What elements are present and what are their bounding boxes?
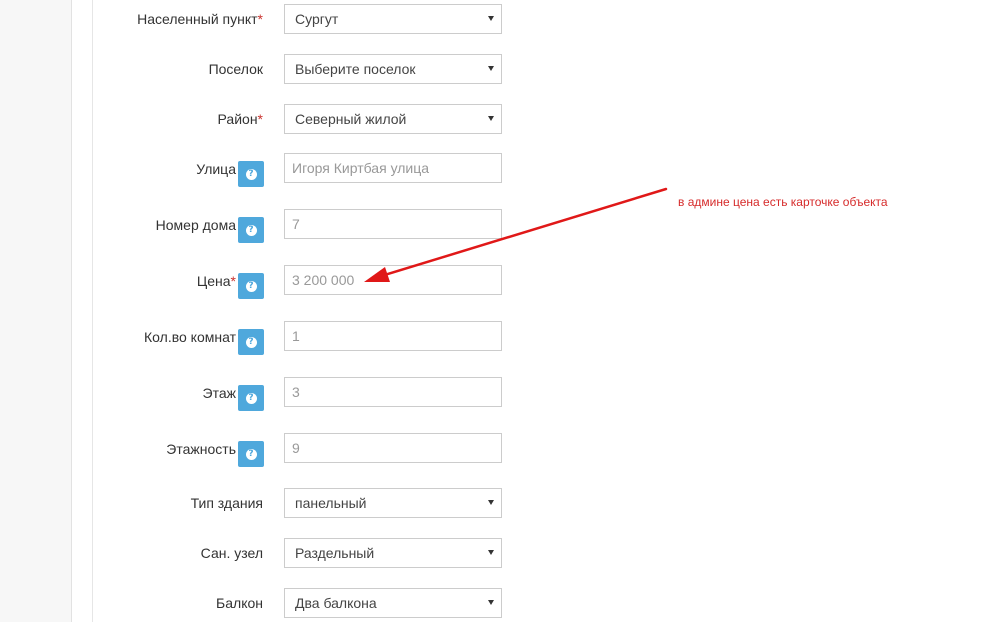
balcony-row: Балкон Два балкона	[0, 587, 1000, 619]
rooms-row: Кол.во комнат ? 1	[0, 321, 1000, 355]
floors-total-value: 9	[292, 440, 300, 456]
floor-label: Этаж	[202, 385, 236, 401]
settlement-label: Поселок	[208, 61, 263, 77]
street-label: Улица	[196, 161, 236, 177]
form-page: Населенный пункт* Сургут Поселок Выберит…	[0, 0, 1000, 622]
bathroom-value: Раздельный	[295, 545, 375, 561]
annotation-note: в админе цена есть карточке объекта	[678, 195, 888, 209]
settlement-select[interactable]: Выберите поселок	[284, 54, 502, 84]
balcony-select[interactable]: Два балкона	[284, 588, 502, 618]
locality-value: Сургут	[295, 11, 339, 27]
required-mark: *	[230, 273, 236, 289]
locality-select[interactable]: Сургут	[284, 4, 502, 34]
district-row: Район* Северный жилой	[0, 103, 1000, 135]
house-number-row: Номер дома ? 7	[0, 209, 1000, 243]
street-input[interactable]: Игоря Киртбая улица	[284, 153, 502, 183]
annotation-arrow	[364, 187, 668, 282]
chevron-down-icon	[488, 116, 494, 121]
house-number-label: Номер дома	[155, 217, 236, 233]
bathroom-label: Сан. узел	[200, 545, 263, 561]
help-icon[interactable]: ?	[238, 441, 264, 467]
chevron-down-icon	[488, 500, 494, 505]
bathroom-row: Сан. узел Раздельный	[0, 537, 1000, 569]
price-input[interactable]: 3 200 000	[284, 265, 502, 295]
chevron-down-icon	[488, 600, 494, 605]
locality-label: Населенный пункт*	[137, 11, 263, 27]
help-icon[interactable]: ?	[238, 385, 264, 411]
district-label: Район*	[217, 111, 263, 127]
bathroom-select[interactable]: Раздельный	[284, 538, 502, 568]
floor-row: Этаж ? 3	[0, 377, 1000, 411]
required-mark: *	[257, 111, 263, 127]
balcony-value: Два балкона	[295, 595, 377, 611]
house-number-input[interactable]: 7	[284, 209, 502, 239]
locality-row: Населенный пункт* Сургут	[0, 3, 1000, 35]
rooms-input[interactable]: 1	[284, 321, 502, 351]
floor-value: 3	[292, 384, 300, 400]
required-mark: *	[257, 11, 263, 27]
house-number-value: 7	[292, 216, 300, 232]
help-icon[interactable]: ?	[238, 161, 264, 187]
street-value: Игоря Киртбая улица	[292, 160, 430, 176]
floors-total-row: Этажность ? 9	[0, 433, 1000, 467]
settlement-row: Поселок Выберите поселок	[0, 53, 1000, 85]
content-border	[92, 0, 93, 622]
price-label: Цена*	[196, 273, 236, 289]
floors-total-input[interactable]: 9	[284, 433, 502, 463]
building-type-select[interactable]: панельный	[284, 488, 502, 518]
settlement-value: Выберите поселок	[295, 61, 416, 77]
price-value: 3 200 000	[292, 272, 355, 288]
chevron-down-icon	[488, 550, 494, 555]
floor-input[interactable]: 3	[284, 377, 502, 407]
building-type-row: Тип здания панельный	[0, 487, 1000, 519]
rooms-value: 1	[292, 328, 300, 344]
chevron-down-icon	[488, 66, 494, 71]
district-value: Северный жилой	[295, 111, 407, 127]
building-type-label: Тип здания	[190, 495, 263, 511]
floors-total-label: Этажность	[166, 441, 236, 457]
chevron-down-icon	[488, 16, 494, 21]
balcony-label: Балкон	[216, 595, 263, 611]
help-icon[interactable]: ?	[238, 217, 264, 243]
help-icon[interactable]: ?	[238, 329, 264, 355]
district-select[interactable]: Северный жилой	[284, 104, 502, 134]
street-row: Улица ? Игоря Киртбая улица	[0, 153, 1000, 187]
rooms-label: Кол.во комнат	[144, 329, 236, 345]
left-gutter	[0, 0, 72, 622]
building-type-value: панельный	[295, 495, 367, 511]
help-icon[interactable]: ?	[238, 273, 264, 299]
price-row: Цена* ? 3 200 000	[0, 265, 1000, 299]
